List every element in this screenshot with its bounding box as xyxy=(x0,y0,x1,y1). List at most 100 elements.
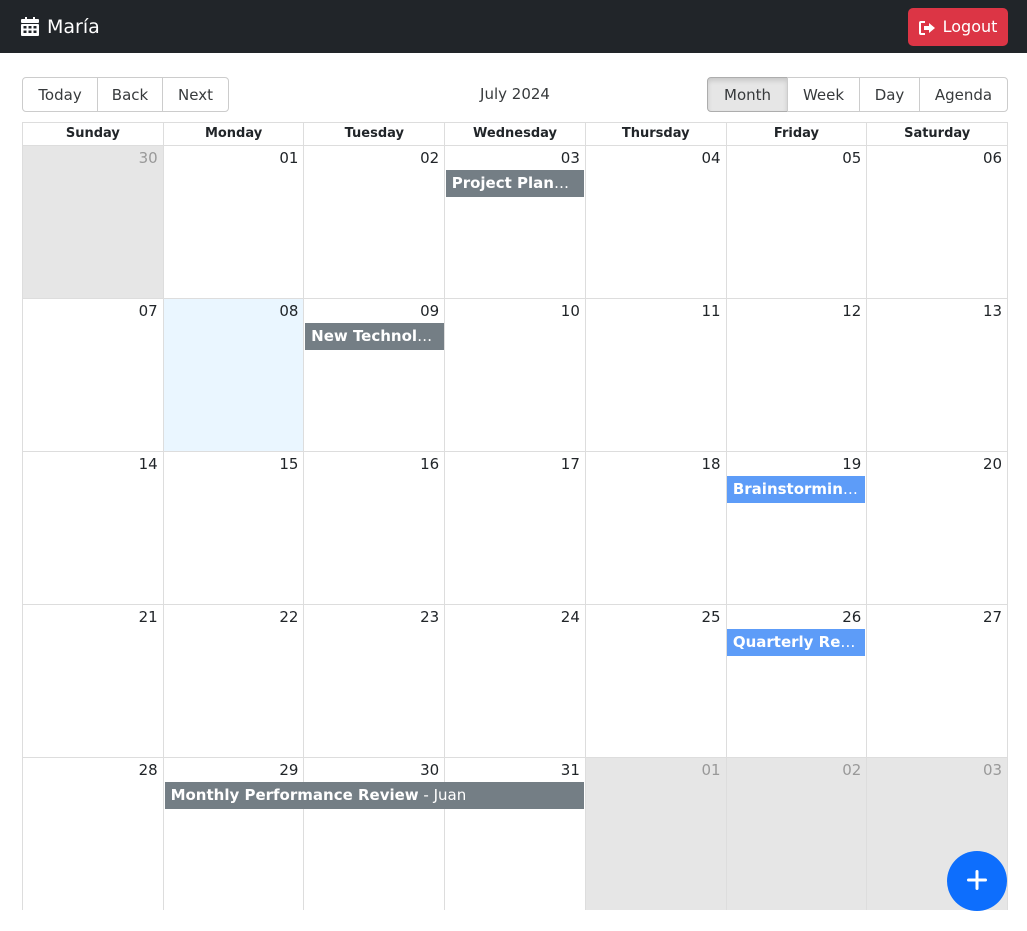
view-button-group: Month Week Day Agenda xyxy=(707,77,1008,112)
day-cell[interactable]: 09 xyxy=(303,299,445,451)
day-cell[interactable]: 24 xyxy=(444,605,585,757)
event-owner: - Juan xyxy=(418,786,467,804)
date-number[interactable]: 14 xyxy=(139,455,158,473)
day-cell[interactable]: 01 xyxy=(162,146,304,298)
date-number[interactable]: 06 xyxy=(983,149,1002,167)
date-number[interactable]: 11 xyxy=(702,302,721,320)
date-number[interactable]: 25 xyxy=(702,608,721,626)
day-cell[interactable]: 26 xyxy=(725,605,867,757)
date-number[interactable]: 03 xyxy=(561,149,580,167)
day-cell[interactable]: 30 xyxy=(303,758,445,910)
day-view-button[interactable]: Day xyxy=(859,77,920,112)
day-cell[interactable]: 20 xyxy=(866,452,1008,604)
date-number[interactable]: 21 xyxy=(139,608,158,626)
date-number[interactable]: 15 xyxy=(279,455,298,473)
date-number[interactable]: 27 xyxy=(983,608,1002,626)
date-number[interactable]: 07 xyxy=(139,302,158,320)
agenda-view-button[interactable]: Agenda xyxy=(919,77,1008,112)
logout-label: Logout xyxy=(942,17,998,36)
week-row: 14 15 16 17 18 19 20 Brainstorming … xyxy=(23,451,1008,604)
day-cell[interactable]: 03 xyxy=(444,146,585,298)
date-number[interactable]: 12 xyxy=(842,302,861,320)
month-view: Sunday Monday Tuesday Wednesday Thursday Frid… xyxy=(22,122,1008,910)
date-number[interactable]: 05 xyxy=(842,149,861,167)
weekday-header-wednesday: Wednesday xyxy=(444,123,585,145)
day-cell[interactable]: 17 xyxy=(444,452,585,604)
weekday-header-thursday: Thursday xyxy=(584,123,726,145)
month-view-button[interactable]: Month xyxy=(707,77,788,112)
day-cell[interactable]: 11 xyxy=(584,299,726,451)
weekday-header-tuesday: Tuesday xyxy=(303,123,444,145)
add-event-button[interactable] xyxy=(947,851,1007,911)
sign-out-icon xyxy=(918,20,936,35)
day-cell[interactable]: 10 xyxy=(444,299,585,451)
date-number[interactable]: 04 xyxy=(702,149,721,167)
calendar-icon xyxy=(21,17,39,36)
date-number[interactable]: 30 xyxy=(420,761,439,779)
day-cell[interactable]: 28 xyxy=(23,758,163,910)
day-cell[interactable]: 06 xyxy=(866,146,1008,298)
date-number[interactable]: 09 xyxy=(420,302,439,320)
date-number[interactable]: 08 xyxy=(279,302,298,320)
day-cell[interactable]: 31 xyxy=(444,758,585,910)
weekday-header-monday: Monday xyxy=(162,123,304,145)
day-cell[interactable]: 22 xyxy=(162,605,304,757)
date-number[interactable]: 31 xyxy=(561,761,580,779)
next-button[interactable]: Next xyxy=(162,77,229,112)
date-number[interactable]: 01 xyxy=(702,761,721,779)
day-cell[interactable]: 27 xyxy=(866,605,1008,757)
calendar-event[interactable]: Quarterly Resul… xyxy=(726,629,866,656)
day-cell[interactable]: 05 xyxy=(725,146,867,298)
date-number[interactable]: 02 xyxy=(842,761,861,779)
calendar-event[interactable]: Project Plannin… xyxy=(445,170,585,197)
day-cell[interactable]: 30 xyxy=(23,146,163,298)
day-cell[interactable]: 15 xyxy=(162,452,304,604)
event-title: New Technolog… xyxy=(311,327,444,345)
day-cell[interactable]: 23 xyxy=(303,605,445,757)
event-title: Project Plannin… xyxy=(451,174,585,192)
date-number[interactable]: 23 xyxy=(420,608,439,626)
day-cell-today[interactable]: 08 xyxy=(162,299,304,451)
date-number[interactable]: 20 xyxy=(983,455,1002,473)
week-row: 21 22 23 24 25 26 27 Quarterly Resul… xyxy=(23,604,1008,757)
date-number[interactable]: 19 xyxy=(842,455,861,473)
date-number[interactable]: 17 xyxy=(561,455,580,473)
day-cell[interactable]: 02 xyxy=(303,146,445,298)
calendar-event[interactable]: Brainstorming … xyxy=(726,476,866,503)
day-cell[interactable]: 16 xyxy=(303,452,445,604)
weekday-header-friday: Friday xyxy=(725,123,867,145)
day-cell[interactable]: 13 xyxy=(866,299,1008,451)
logout-button[interactable]: Logout xyxy=(908,7,1008,46)
day-cell[interactable]: 02 xyxy=(725,758,867,910)
navigation-button-group: Today Back Next xyxy=(22,77,229,112)
date-number[interactable]: 13 xyxy=(983,302,1002,320)
day-cell[interactable]: 21 xyxy=(23,605,163,757)
today-button[interactable]: Today xyxy=(22,77,98,112)
back-button[interactable]: Back xyxy=(97,77,163,112)
date-number[interactable]: 03 xyxy=(983,761,1002,779)
date-number[interactable]: 10 xyxy=(561,302,580,320)
date-number[interactable]: 01 xyxy=(279,149,298,167)
calendar-event[interactable]: New Technolog… xyxy=(305,323,444,350)
date-number[interactable]: 24 xyxy=(561,608,580,626)
date-number[interactable]: 29 xyxy=(279,761,298,779)
day-cell[interactable]: 04 xyxy=(584,146,726,298)
day-cell[interactable]: 25 xyxy=(584,605,726,757)
day-cell[interactable]: 12 xyxy=(725,299,867,451)
date-number[interactable]: 28 xyxy=(139,761,158,779)
date-number[interactable]: 18 xyxy=(702,455,721,473)
date-number[interactable]: 22 xyxy=(279,608,298,626)
day-cell[interactable]: 19 xyxy=(725,452,867,604)
date-number[interactable]: 02 xyxy=(420,149,439,167)
day-cell[interactable]: 01 xyxy=(584,758,726,910)
calendar-event[interactable]: Monthly Performance Review - Juan xyxy=(164,782,585,809)
day-cell[interactable]: 18 xyxy=(584,452,726,604)
day-cell[interactable]: 07 xyxy=(23,299,163,451)
navbar: María Logout xyxy=(0,0,1027,53)
day-cell[interactable]: 29 xyxy=(162,758,304,910)
day-cell[interactable]: 14 xyxy=(23,452,163,604)
date-number[interactable]: 26 xyxy=(842,608,861,626)
date-number[interactable]: 16 xyxy=(420,455,439,473)
week-view-button[interactable]: Week xyxy=(787,77,860,112)
date-number[interactable]: 30 xyxy=(139,149,158,167)
